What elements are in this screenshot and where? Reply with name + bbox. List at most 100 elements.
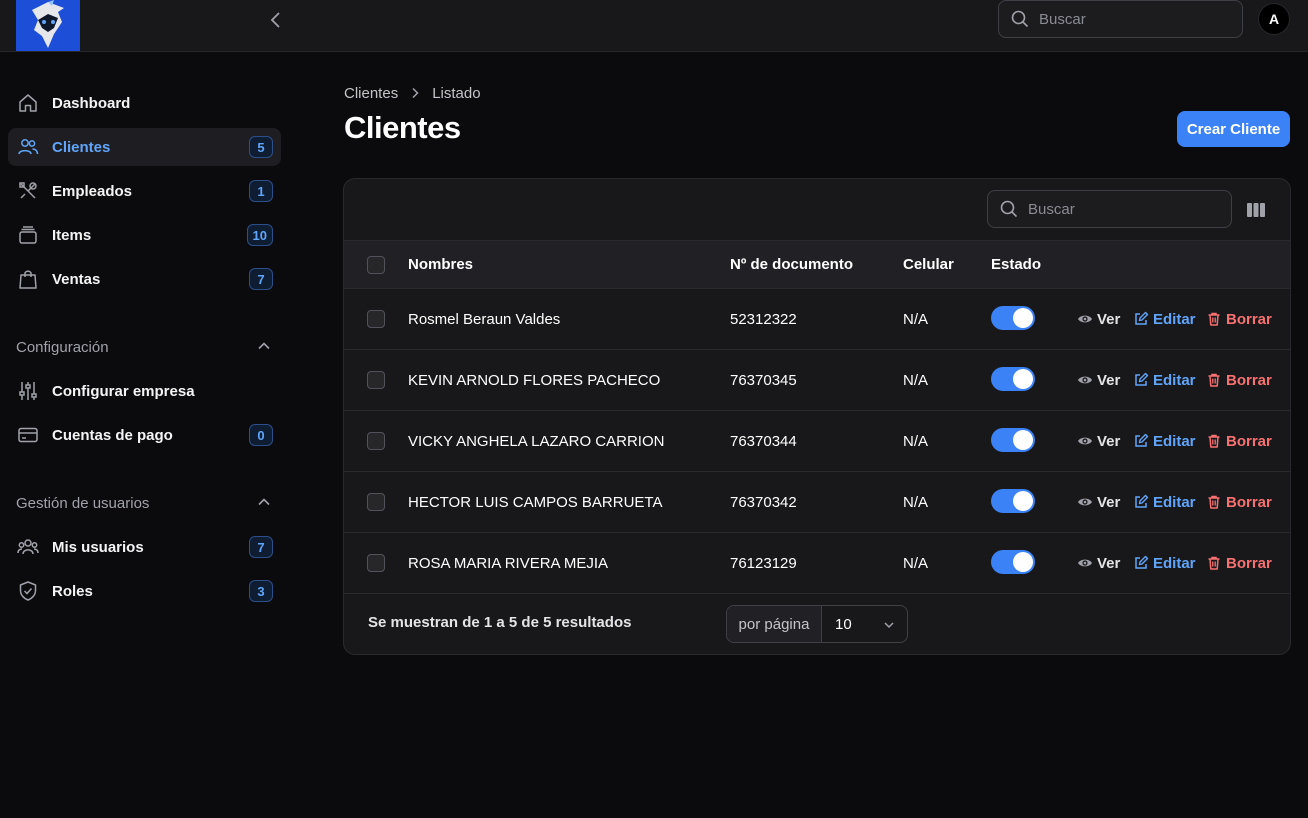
view-action[interactable]: Ver bbox=[1077, 308, 1120, 330]
column-header-estado[interactable]: Estado bbox=[991, 241, 1041, 288]
breadcrumb-clientes-link[interactable]: Clientes bbox=[344, 85, 398, 102]
select-all-checkbox[interactable] bbox=[367, 256, 385, 274]
sidebar-item-mis-usuarios[interactable]: Mis usuarios 7 bbox=[8, 528, 281, 566]
per-page-select[interactable]: por página 10 bbox=[726, 605, 908, 643]
logo[interactable] bbox=[16, 0, 80, 51]
shopping-bag-icon bbox=[17, 268, 39, 290]
client-name: ROSA MARIA RIVERA MEJIA bbox=[408, 554, 609, 572]
sidebar-item-roles[interactable]: Roles 3 bbox=[8, 572, 281, 610]
sidebar-item-label: Roles bbox=[52, 582, 93, 600]
table-row: HECTOR LUIS CAMPOS BARRUETA 76370342 N/A… bbox=[344, 472, 1290, 533]
delete-label: Borrar bbox=[1226, 310, 1272, 328]
table-header: Nombres Nº de documento Celular Estado bbox=[344, 240, 1290, 289]
sidebar-item-label: Dashboard bbox=[52, 94, 131, 112]
client-phone: N/A bbox=[903, 554, 929, 572]
row-checkbox[interactable] bbox=[367, 371, 385, 389]
delete-action[interactable]: Borrar bbox=[1206, 552, 1272, 574]
row-checkbox[interactable] bbox=[367, 432, 385, 450]
column-header-celular[interactable]: Celular bbox=[903, 241, 954, 288]
page-title: Clientes bbox=[344, 110, 461, 145]
create-client-button[interactable]: Crear Cliente bbox=[1177, 111, 1290, 147]
global-search[interactable] bbox=[998, 0, 1243, 38]
sidebar-item-items[interactable]: Items 10 bbox=[8, 216, 281, 254]
trash-icon bbox=[1208, 312, 1220, 326]
view-action[interactable]: Ver bbox=[1077, 430, 1120, 452]
pencil-square-icon bbox=[1135, 433, 1149, 447]
search-icon bbox=[1000, 200, 1018, 218]
toggle-knob bbox=[1013, 552, 1033, 572]
table-search[interactable] bbox=[987, 190, 1232, 228]
client-phone: N/A bbox=[903, 310, 929, 328]
edit-label: Editar bbox=[1153, 554, 1196, 572]
table-search-input[interactable] bbox=[1028, 200, 1208, 218]
status-toggle[interactable] bbox=[991, 489, 1035, 513]
column-toggle-icon[interactable] bbox=[1245, 199, 1267, 221]
table-row: Rosmel Beraun Valdes 52312322 N/A Ver Ed… bbox=[344, 289, 1290, 350]
chevron-right-icon bbox=[410, 87, 420, 99]
sidebar-item-empleados[interactable]: Empleados 1 bbox=[8, 172, 281, 210]
group-configuracion-toggle[interactable]: Configuración bbox=[16, 335, 281, 359]
pagination-summary: Se muestran de 1 a 5 de 5 resultados bbox=[368, 614, 632, 631]
delete-label: Borrar bbox=[1226, 432, 1272, 450]
avatar[interactable]: A bbox=[1258, 3, 1290, 35]
users-icon bbox=[17, 136, 39, 158]
view-label: Ver bbox=[1097, 554, 1121, 572]
row-checkbox[interactable] bbox=[367, 310, 385, 328]
status-toggle[interactable] bbox=[991, 428, 1035, 452]
delete-label: Borrar bbox=[1226, 371, 1272, 389]
client-name: KEVIN ARNOLD FLORES PACHECO bbox=[408, 371, 661, 389]
row-checkbox[interactable] bbox=[367, 493, 385, 511]
column-header-nombres[interactable]: Nombres bbox=[408, 241, 473, 288]
client-phone: N/A bbox=[903, 493, 929, 511]
client-name: VICKY ANGHELA LAZARO CARRION bbox=[408, 432, 665, 450]
status-toggle[interactable] bbox=[991, 306, 1035, 330]
sidebar-item-clientes[interactable]: Clientes 5 bbox=[8, 128, 281, 166]
view-action[interactable]: Ver bbox=[1077, 552, 1120, 574]
edit-action[interactable]: Editar bbox=[1133, 552, 1196, 574]
edit-action[interactable]: Editar bbox=[1133, 308, 1196, 330]
table-row: ROSA MARIA RIVERA MEJIA 76123129 N/A Ver… bbox=[344, 533, 1290, 594]
view-action[interactable]: Ver bbox=[1077, 491, 1120, 513]
edit-action[interactable]: Editar bbox=[1133, 491, 1196, 513]
sidebar-item-configurar-empresa[interactable]: Configurar empresa bbox=[8, 372, 281, 410]
edit-action[interactable]: Editar bbox=[1133, 369, 1196, 391]
status-toggle[interactable] bbox=[991, 367, 1035, 391]
global-search-input[interactable] bbox=[1039, 10, 1219, 28]
delete-action[interactable]: Borrar bbox=[1206, 491, 1272, 513]
trash-icon bbox=[1208, 373, 1220, 387]
delete-action[interactable]: Borrar bbox=[1206, 430, 1272, 452]
sidebar-item-cuentas-de-pago[interactable]: Cuentas de pago 0 bbox=[8, 416, 281, 454]
row-checkbox[interactable] bbox=[367, 554, 385, 572]
delete-label: Borrar bbox=[1226, 493, 1272, 511]
view-action[interactable]: Ver bbox=[1077, 369, 1120, 391]
toggle-knob bbox=[1013, 369, 1033, 389]
delete-action[interactable]: Borrar bbox=[1206, 369, 1272, 391]
group-title: Gestión de usuarios bbox=[16, 494, 150, 512]
group-gestion-usuarios-toggle[interactable]: Gestión de usuarios bbox=[16, 491, 281, 515]
sidebar-item-dashboard[interactable]: Dashboard bbox=[8, 84, 281, 122]
shark-mascot-icon bbox=[32, 0, 64, 48]
per-page-value: 10 bbox=[835, 615, 852, 633]
sidebar-item-label: Mis usuarios bbox=[52, 538, 144, 556]
edit-action[interactable]: Editar bbox=[1133, 430, 1196, 452]
count-badge: 10 bbox=[246, 224, 273, 246]
pencil-square-icon bbox=[1135, 555, 1149, 569]
top-bar: A bbox=[0, 0, 1308, 52]
table-row: VICKY ANGHELA LAZARO CARRION 76370344 N/… bbox=[344, 411, 1290, 472]
shield-check-icon bbox=[17, 580, 39, 602]
column-header-documento[interactable]: Nº de documento bbox=[730, 241, 853, 288]
sidebar-item-ventas[interactable]: Ventas 7 bbox=[8, 260, 281, 298]
client-document: 52312322 bbox=[730, 310, 797, 328]
edit-label: Editar bbox=[1153, 493, 1196, 511]
collapse-sidebar-button[interactable] bbox=[264, 8, 288, 32]
status-toggle[interactable] bbox=[991, 550, 1035, 574]
delete-action[interactable]: Borrar bbox=[1206, 308, 1272, 330]
count-badge: 7 bbox=[249, 268, 273, 290]
toggle-knob bbox=[1013, 491, 1033, 511]
breadcrumb-current: Listado bbox=[432, 84, 481, 102]
pencil-square-icon bbox=[1135, 494, 1149, 508]
per-page-dropdown[interactable]: 10 bbox=[822, 606, 907, 642]
client-name: HECTOR LUIS CAMPOS BARRUETA bbox=[408, 493, 663, 511]
edit-label: Editar bbox=[1153, 432, 1196, 450]
sidebar: Dashboard Clientes 5 Empleados 1 Items 1… bbox=[0, 52, 296, 818]
